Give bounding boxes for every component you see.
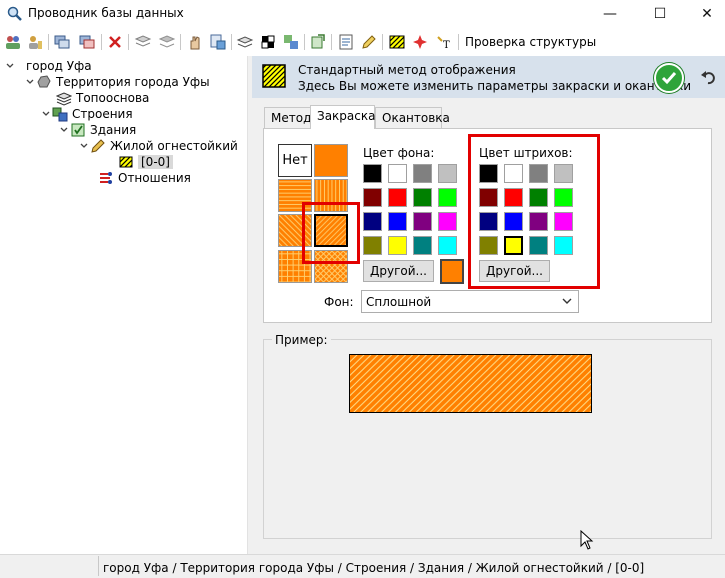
tree-node-territory[interactable]: Территория города Уфы xyxy=(24,74,210,90)
pattern-highlight-frame xyxy=(302,202,360,264)
status-path: город Уфа / Территория города Уфы / Стро… xyxy=(103,561,645,575)
chevron-down-icon[interactable] xyxy=(58,124,70,136)
bgcolor-swatch[interactable] xyxy=(388,164,407,183)
tree-node-label: город Уфа xyxy=(26,59,92,73)
hatch-fill-icon xyxy=(262,64,286,88)
bgcolor-swatch[interactable] xyxy=(438,188,457,207)
tree-node-topo[interactable]: Топооснова xyxy=(56,90,149,106)
stack-icon[interactable] xyxy=(134,33,152,51)
bgcolor-current-swatch[interactable] xyxy=(440,259,464,284)
bgcolor-swatch[interactable] xyxy=(363,164,382,183)
apply-button[interactable] xyxy=(654,63,684,93)
minimize-button[interactable]: — xyxy=(587,0,633,28)
layers-table-icon[interactable] xyxy=(209,33,227,51)
chevron-down-icon xyxy=(562,298,572,304)
bgcolor-swatch[interactable] xyxy=(438,236,457,255)
tree-node-label: Жилой огнестойкий xyxy=(110,139,238,153)
bgcolor-swatch[interactable] xyxy=(413,188,432,207)
hatch-fill-icon xyxy=(119,156,133,168)
edit-pencil-icon[interactable] xyxy=(360,33,378,51)
background-mode-value: Сплошной xyxy=(366,294,432,309)
relations-icon xyxy=(100,172,112,184)
bgcolor-swatch[interactable] xyxy=(438,164,457,183)
tree-node-label: Топооснова xyxy=(76,91,150,105)
pattern-solid[interactable] xyxy=(314,144,348,177)
chevron-down-icon[interactable] xyxy=(24,76,36,88)
topo-layer-icon xyxy=(56,92,72,106)
background-mode-label: Фон: xyxy=(324,295,354,309)
delete-icon[interactable] xyxy=(106,33,124,51)
buildings-layer-icon xyxy=(52,107,68,122)
map-layers-icon[interactable] xyxy=(282,33,300,51)
bgcolor-swatch[interactable] xyxy=(363,188,382,207)
topo-layer-icon[interactable] xyxy=(236,33,254,51)
header-subtitle: Здесь Вы можете изменить параметры закра… xyxy=(298,79,692,93)
bgcolor-label: Цвет фона: xyxy=(363,146,435,160)
maximize-button[interactable]: ☐ xyxy=(637,0,683,28)
checkmark-icon xyxy=(661,72,677,85)
bgcolor-swatch[interactable] xyxy=(388,212,407,231)
chevron-down-icon[interactable] xyxy=(78,140,90,152)
pattern-none[interactable]: Нет xyxy=(278,144,312,177)
undo-button[interactable] xyxy=(697,66,719,88)
hatch-fill-icon[interactable] xyxy=(388,33,406,51)
tree-node-label: Территория города Уфы xyxy=(56,75,210,89)
tab-fill[interactable]: Закраска xyxy=(310,105,375,129)
style-pencil-icon xyxy=(91,139,105,153)
undo-icon xyxy=(701,71,715,85)
preview-sample xyxy=(349,354,592,413)
tree-node-label: [0-0] xyxy=(138,155,173,169)
check-structure-button[interactable]: Проверка структуры xyxy=(465,35,596,49)
bgcolor-swatch[interactable] xyxy=(413,236,432,255)
hatch-highlight-frame xyxy=(468,134,600,289)
tree-node-label: Отношения xyxy=(118,171,191,185)
chevron-down-icon[interactable] xyxy=(40,108,52,120)
territory-icon xyxy=(37,75,51,88)
header-title: Стандартный метод отображения xyxy=(298,63,516,77)
toolbar: T Проверка структуры xyxy=(0,28,725,56)
tree-node-buildings-group[interactable]: Строения xyxy=(40,106,133,122)
status-separator xyxy=(98,556,99,576)
add-layer-icon[interactable] xyxy=(53,33,71,51)
tree-node-label: Здания xyxy=(90,123,137,137)
tree-node-city[interactable]: город Уфа xyxy=(4,58,92,74)
tree-node-item-selected[interactable]: [0-0] xyxy=(118,154,173,170)
chevron-down-icon[interactable] xyxy=(4,60,16,72)
properties-icon[interactable] xyxy=(337,33,355,51)
tab-method[interactable]: Метод xyxy=(264,107,311,128)
remove-layer-icon[interactable] xyxy=(78,33,96,51)
export-icon[interactable] xyxy=(309,33,327,51)
bgcolor-swatch[interactable] xyxy=(363,212,382,231)
background-mode-select[interactable]: Сплошной xyxy=(361,290,579,313)
tree-node-residential[interactable]: Жилой огнестойкий xyxy=(78,138,238,154)
stack-gray-icon[interactable] xyxy=(158,33,176,51)
tree-node-relations[interactable]: Отношения xyxy=(98,170,191,186)
text-tool-icon[interactable]: T xyxy=(434,33,452,51)
bgcolor-swatch[interactable] xyxy=(413,212,432,231)
close-button[interactable]: ✕ xyxy=(684,0,725,28)
tree-node-label: Строения xyxy=(72,107,133,121)
tree-node-buildings[interactable]: Здания xyxy=(58,122,136,138)
bgcolor-swatch[interactable] xyxy=(388,236,407,255)
bgcolor-swatch[interactable] xyxy=(413,164,432,183)
pin-icon[interactable] xyxy=(411,33,429,51)
database-explorer-icon xyxy=(7,6,22,21)
bgcolor-swatch[interactable] xyxy=(363,236,382,255)
bgcolor-swatch[interactable] xyxy=(438,212,457,231)
preview-label: Пример: xyxy=(272,333,331,347)
object-tree: город Уфа Территория города Уфы Топоосно… xyxy=(0,56,247,554)
hand-icon[interactable] xyxy=(186,33,204,51)
building-class-icon xyxy=(71,123,85,137)
checker-icon[interactable] xyxy=(259,33,277,51)
mouse-cursor-icon xyxy=(580,530,594,550)
users-icon[interactable] xyxy=(4,33,22,51)
tab-outline[interactable]: Окантовка xyxy=(375,107,450,128)
user-key-icon[interactable] xyxy=(26,33,44,51)
bgcolor-other-button[interactable]: Другой... xyxy=(363,260,434,282)
svg-text:T: T xyxy=(443,40,450,51)
window-title: Проводник базы данных xyxy=(28,6,184,20)
bgcolor-swatch[interactable] xyxy=(388,188,407,207)
